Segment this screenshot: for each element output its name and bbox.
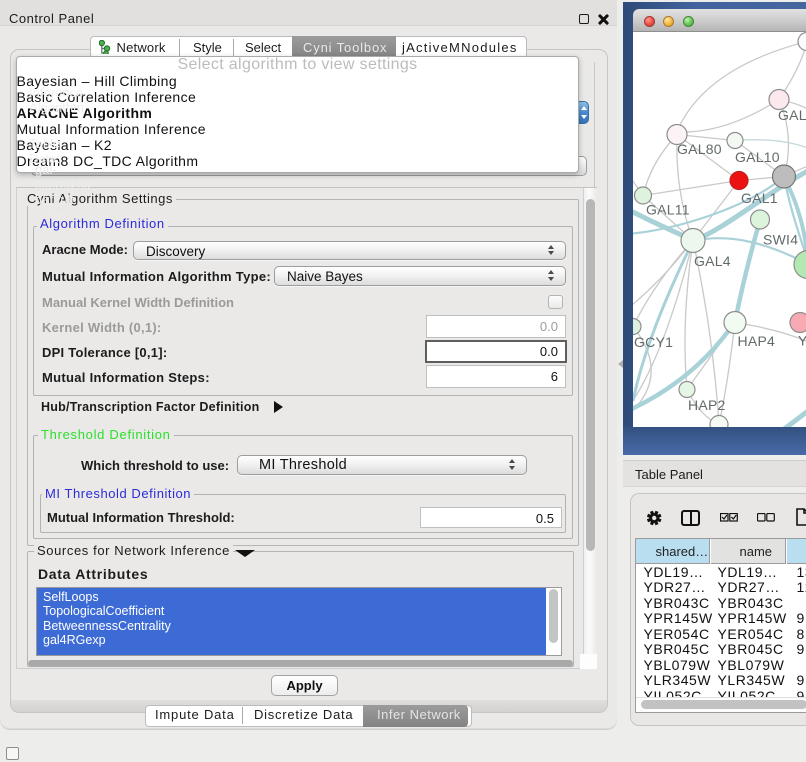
svg-text:Y: Y <box>798 333 806 349</box>
svg-text:GAL8: GAL8 <box>778 107 806 123</box>
svg-text:GAL80: GAL80 <box>677 141 722 157</box>
svg-text:GAL10: GAL10 <box>735 149 780 165</box>
svg-text:SWI4: SWI4 <box>763 232 798 248</box>
svg-text:GAL11: GAL11 <box>646 202 690 218</box>
svg-text:GCY1: GCY1 <box>634 334 673 350</box>
svg-text:GAL4: GAL4 <box>694 253 731 269</box>
svg-text:GAL1: GAL1 <box>741 190 778 206</box>
svg-text:HAP4: HAP4 <box>738 333 776 349</box>
svg-text:HAP2: HAP2 <box>688 397 726 413</box>
